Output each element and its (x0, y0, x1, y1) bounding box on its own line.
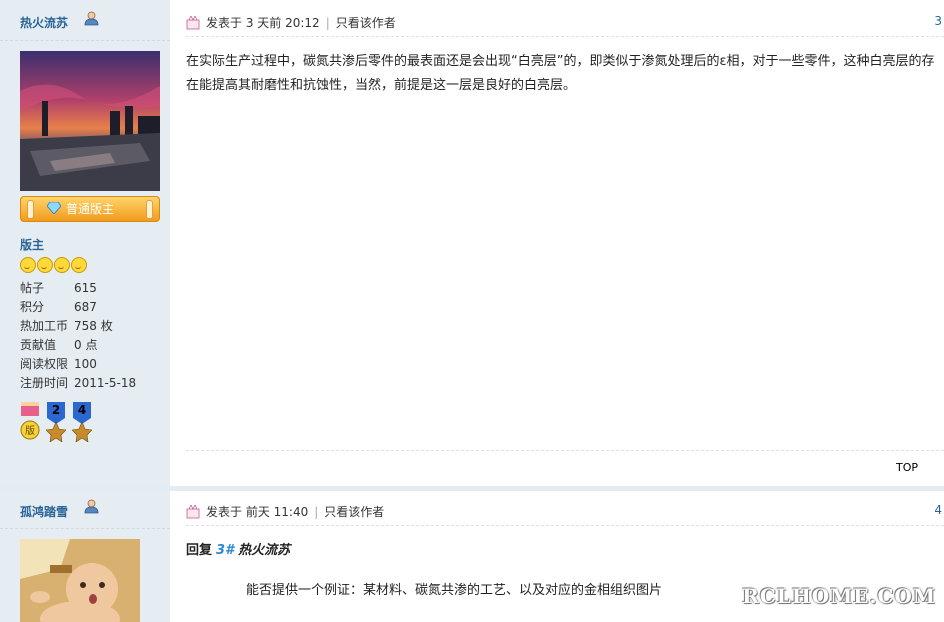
post-body: 发表于 前天 11:40 | 只看该作者 4 回复 3# 热火流苏 能否提供一个例证：某… (170, 491, 944, 622)
stat-posts: 帖子 615 (20, 281, 97, 295)
stat-contribution: 贡献值 0 点 (20, 338, 98, 352)
post-body: 发表于 3 天前 20:12 | 只看该作者 3 在实际生产过程中，碳氮共渗后零件的… (170, 0, 944, 486)
posted-prefix: 发表于 (206, 16, 243, 30)
post-status-icon (186, 505, 200, 519)
medal-2-icon[interactable]: 2 (45, 400, 67, 443)
smiley-icon (20, 257, 36, 273)
posted-prefix: 发表于 (206, 505, 243, 519)
stat-points: 积分 687 (20, 300, 97, 314)
smiley-icon (54, 257, 70, 273)
post-content: 能否提供一个例证：某材料、碳氮共渗的工艺、以及对应的金相组织图片 (246, 583, 663, 598)
post-meta: 发表于 前天 11:40 | 只看该作者 (186, 503, 384, 520)
reply-prefix: 回复 (186, 543, 213, 558)
floor-number[interactable]: 3 (934, 14, 942, 28)
divider (186, 525, 944, 526)
stat-register-date: 注册时间 2011-5-18 (20, 376, 137, 390)
only-author-link[interactable]: 只看该作者 (336, 16, 396, 30)
author-sidebar: 热火流苏 普通版主 版主 帖子 615 积分 687 热加工币 758 枚 贡献… (0, 0, 170, 486)
post-3: 热火流苏 普通版主 版主 帖子 615 积分 687 热加工币 758 枚 贡献… (0, 0, 944, 486)
moderator-medal-icon[interactable]: 版 (20, 400, 40, 442)
smiley-icon (37, 257, 53, 273)
posted-time: 3 天前 20:12 (245, 16, 320, 30)
badge-pin-left (27, 200, 34, 219)
svg-text:2: 2 (52, 403, 60, 417)
author-sidebar: 孤鸿踏雪 (0, 491, 170, 622)
badge-pin-right (146, 200, 153, 219)
svg-text:4: 4 (77, 403, 85, 417)
user-stats: 帖子 615 积分 687 热加工币 758 枚 贡献值 0 点 阅读权限 100 注册时… (20, 279, 136, 393)
post-4: 孤鸿踏雪 发表于 前天 11:40 | 只看该作者 4 回复 3# 热火流苏 能… (0, 491, 944, 622)
stat-coins: 热加工币 758 枚 (20, 319, 113, 333)
diamond-icon (47, 202, 61, 214)
divider (0, 528, 170, 529)
back-to-top-link[interactable]: TOP (896, 461, 918, 474)
svg-text:版: 版 (25, 424, 35, 437)
post-meta: 发表于 3 天前 20:12 | 只看该作者 (186, 14, 396, 31)
reply-to-user: 热火流苏 (238, 543, 291, 558)
post-status-icon (186, 16, 200, 30)
user-role: 版主 (20, 238, 45, 252)
moderator-badge: 普通版主 (20, 196, 160, 222)
divider (186, 36, 944, 37)
reply-header: 回复 3# 热火流苏 (186, 539, 290, 558)
avatar[interactable] (20, 51, 160, 191)
only-author-link[interactable]: 只看该作者 (324, 505, 384, 519)
user-online-icon (84, 11, 99, 26)
floor-number[interactable]: 4 (934, 503, 942, 517)
avatar[interactable] (20, 539, 140, 622)
rank-stars (20, 257, 88, 273)
smiley-icon (71, 257, 87, 273)
divider (0, 40, 170, 41)
user-online-icon (84, 499, 99, 514)
post-content: 在实际生产过程中，碳氮共渗后零件的最表面还是会出现“白亮层”的，即类似于渗氮处理… (186, 54, 935, 93)
stat-read-permission: 阅读权限 100 (20, 357, 97, 371)
reply-floor-link[interactable]: 3# (216, 543, 234, 558)
badge-label: 普通版主 (65, 202, 114, 216)
medals: 版 2 4 (20, 400, 94, 444)
posted-time: 前天 11:40 (245, 505, 309, 519)
divider (186, 450, 944, 451)
author-name-link[interactable]: 孤鸿踏雪 (20, 503, 68, 520)
author-name-link[interactable]: 热火流苏 (20, 14, 68, 31)
site-watermark: RCLHOME.COM (742, 584, 936, 608)
medal-4-icon[interactable]: 4 (71, 400, 93, 443)
